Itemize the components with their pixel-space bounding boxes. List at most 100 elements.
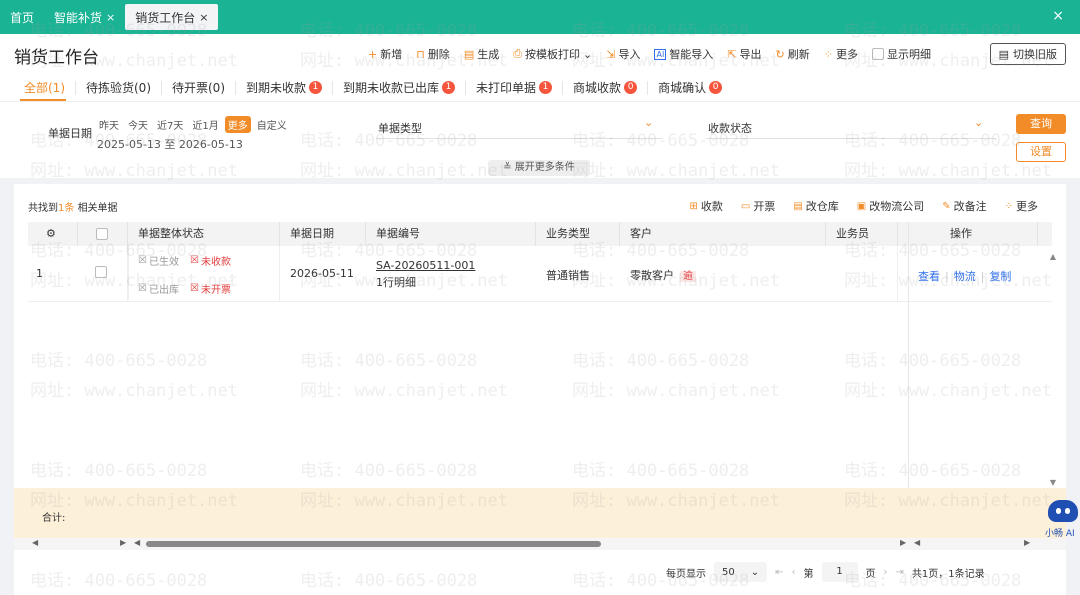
tab-pending-invoice[interactable]: 待开票(0) <box>162 80 236 95</box>
tab-unprinted[interactable]: 未打印单据 1 <box>466 80 564 95</box>
doc-type-select[interactable]: 单据类型 <box>378 120 422 136</box>
total-label: 合计: <box>42 513 66 524</box>
total-row: 合计: <box>14 488 1066 538</box>
close-icon[interactable]: × <box>1052 8 1064 24</box>
warehouse-icon: ▤ <box>793 200 803 212</box>
doc-code-link[interactable]: SA-20260511-001 <box>376 259 475 272</box>
ai-assistant-button[interactable]: 小畅 AI <box>1044 498 1080 542</box>
view-link[interactable]: 查看 <box>918 268 940 284</box>
scroll-right-arrow[interactable]: ▶ <box>1024 538 1030 547</box>
chevron-down-icon[interactable]: ⌄ <box>974 116 983 129</box>
per-page-select[interactable]: 50 ⌄ <box>714 562 768 582</box>
tab-overdue-unpaid-shipped[interactable]: 到期未收款已出库 1 <box>333 80 467 95</box>
more-button[interactable]: ⁘ 更多 <box>824 46 858 62</box>
status-list: ☒ 已生效 ☒ 未收款 ☒ 已出库 ☒ 未开票 <box>138 253 246 296</box>
more-icon: ⁘ <box>823 47 833 61</box>
query-button[interactable]: 查询 <box>1016 114 1066 134</box>
receipt-button[interactable]: ⊞ 收款 <box>689 198 722 214</box>
generate-label: 生成 <box>477 48 500 61</box>
tab-smart-restock[interactable]: 智能补货 × <box>44 0 125 34</box>
table-header: ⚙ 单据整体状态 单据日期 单据编号 业务类型 客户 业务员 操作 <box>28 222 1052 246</box>
col-code[interactable]: 单据编号 <box>366 222 536 246</box>
tab-close-icon[interactable]: × <box>106 11 115 24</box>
ai-import-icon: AI <box>654 48 667 60</box>
col-biz-type[interactable]: 业务类型 <box>536 222 620 246</box>
scroll-left-arrow[interactable]: ◀ <box>134 538 140 547</box>
refresh-button[interactable]: ↻ 刷新 <box>776 46 810 62</box>
chevron-down-icon: ⌄ <box>583 47 593 61</box>
ai-import-label: 智能导入 <box>669 48 714 61</box>
row-checkbox[interactable] <box>95 266 107 278</box>
change-warehouse-button[interactable]: ▤ 改仓库 <box>793 198 838 214</box>
quick-date-7days[interactable]: 近7天 <box>154 116 186 133</box>
scroll-left-arrow[interactable]: ◀ <box>914 538 920 547</box>
generate-button[interactable]: ▤ 生成 <box>464 46 499 62</box>
quick-date-custom[interactable]: 自定义 <box>254 116 290 133</box>
quick-date-more[interactable]: 更多 <box>224 116 251 133</box>
batch-more-button[interactable]: ⁘ 更多 <box>1005 198 1038 214</box>
scroll-up-arrow[interactable]: ▲ <box>1050 252 1056 261</box>
tab-pending-inspection[interactable]: 待拣验货(0) <box>76 80 162 95</box>
status-shipped: ☒ 已出库 <box>138 281 190 296</box>
next-page-icon[interactable]: › <box>884 567 888 578</box>
ai-import-button[interactable]: AI 智能导入 <box>654 46 713 62</box>
delete-button[interactable]: ⊓ 删除 <box>416 46 450 62</box>
pay-status-select[interactable]: 收款状态 <box>708 120 752 136</box>
row-index-cell: 1 <box>28 246 78 301</box>
export-button[interactable]: ⇱ 导出 <box>727 46 761 62</box>
prev-page-icon[interactable]: ‹ <box>792 567 796 578</box>
change-logistics-button[interactable]: ▣ 改物流公司 <box>857 198 924 214</box>
first-page-icon[interactable]: ⇤ <box>775 567 783 578</box>
select-all-checkbox[interactable] <box>96 228 108 240</box>
scroll-right-arrow[interactable]: ▶ <box>900 538 906 547</box>
change-note-button[interactable]: ✎ 改备注 <box>942 198 986 214</box>
tab-close-icon[interactable]: × <box>199 11 208 24</box>
page-prefix: 第 <box>803 568 814 580</box>
top-tab-bar: 首页 智能补货 × 销货工作台 × × <box>0 0 1080 34</box>
tab-home[interactable]: 首页 <box>0 0 44 34</box>
table-row[interactable]: 1 ☒ 已生效 ☒ 未收款 ☒ 已出库 ☒ 未开票 2026-05-11 SA-2026… <box>28 246 1052 302</box>
col-date[interactable]: 单据日期 <box>280 222 366 246</box>
switch-version-button[interactable]: ▤ 切换旧版 <box>989 43 1066 65</box>
logistics-link[interactable]: 物流 <box>954 268 976 284</box>
horizontal-scrollbar[interactable]: ◀ ▶ ◀ ▶ ◀ ▶ <box>14 538 1066 550</box>
batch-actions: ⊞ 收款 ▭ 开票 ▤ 改仓库 ▣ 改物流公司 ✎ 改备注 ⁘ 更多 <box>689 198 1038 214</box>
quick-date-yesterday[interactable]: 昨天 <box>96 116 122 133</box>
found-suffix: 条 <box>64 203 75 214</box>
page-suffix: 页 <box>865 568 876 580</box>
scroll-left-arrow[interactable]: ◀ <box>32 538 38 547</box>
tab-overdue-unpaid[interactable]: 到期未收款 1 <box>236 80 334 95</box>
tab-mall-confirm[interactable]: 商城确认 0 <box>648 81 732 95</box>
copy-link[interactable]: 复制 <box>989 268 1011 284</box>
scroll-down-arrow[interactable]: ▼ <box>1050 478 1056 487</box>
settings-gear-icon[interactable]: ⚙ <box>28 222 78 246</box>
settings-button[interactable]: 设置 <box>1016 142 1066 162</box>
show-detail-checkbox[interactable] <box>871 48 884 60</box>
page-input[interactable]: 1 <box>821 562 858 582</box>
print-template-button[interactable]: ⎙ 按模板打印 ⌄ <box>513 46 592 62</box>
quick-date-1month[interactable]: 近1月 <box>189 116 221 133</box>
tab-mall-payment[interactable]: 商城收款 0 <box>563 80 649 95</box>
count-badge: 1 <box>442 81 456 94</box>
col-salesman[interactable]: 业务员 <box>826 222 898 246</box>
scroll-right-arrow[interactable]: ▶ <box>120 538 126 547</box>
per-page-value: 50 <box>722 566 735 578</box>
chevron-down-icon[interactable]: ⌄ <box>644 116 653 129</box>
scroll-thumb[interactable] <box>146 541 601 547</box>
show-detail-toggle[interactable]: 显示明细 <box>871 46 931 62</box>
quick-date-today[interactable]: 今天 <box>125 116 151 133</box>
date-range[interactable]: 2025-05-13 至 2026-05-13 <box>97 136 243 152</box>
invoice-button[interactable]: ▭ 开票 <box>741 198 775 214</box>
col-status[interactable]: 单据整体状态 <box>128 222 280 246</box>
expand-conditions-button[interactable]: ≚ 展开更多条件 <box>488 160 590 176</box>
switch-label: 切换旧版 <box>1013 48 1057 61</box>
tab-all[interactable]: 全部(1) <box>14 80 76 95</box>
tab-sales-workbench-label: 销货工作台 <box>135 10 196 25</box>
new-button[interactable]: + 新增 <box>368 46 402 62</box>
tab-sales-workbench[interactable]: 销货工作台 × <box>125 4 219 30</box>
col-customer[interactable]: 客户 <box>620 222 826 246</box>
import-button[interactable]: ⇲ 导入 <box>606 46 640 62</box>
ops-cell: 查看 | 物流 | 复制 <box>898 246 1038 301</box>
last-page-icon[interactable]: ⇥ <box>896 567 904 578</box>
filter-tabs: 全部(1) 待拣验货(0) 待开票(0) 到期未收款 1 到期未收款已出库 1 未打… <box>0 74 1080 102</box>
